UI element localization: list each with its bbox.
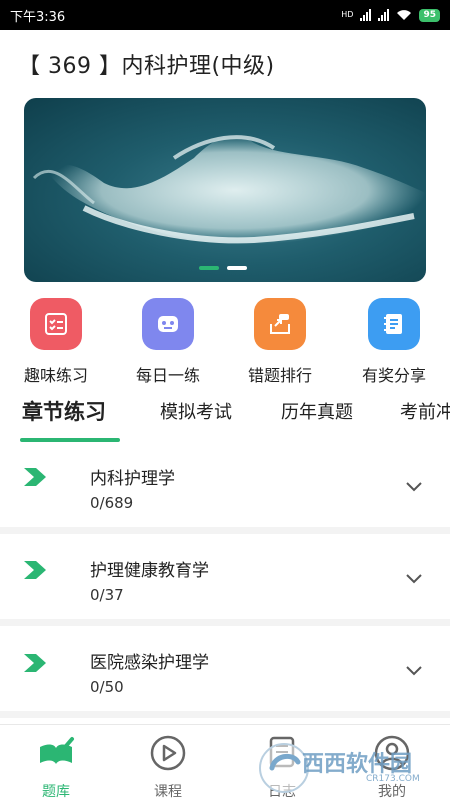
share-box-icon (254, 298, 306, 350)
tab-mock-exam[interactable]: 模拟考试 (160, 398, 232, 424)
quick-action-share[interactable]: 有奖分享 (344, 298, 444, 386)
nav-courses[interactable]: 课程 (128, 733, 208, 800)
chevron-down-icon[interactable] (404, 572, 424, 586)
site-watermark: 西西软件园 CR173.COM (258, 734, 448, 796)
book-pen-icon (40, 737, 74, 764)
signal-icon-2 (378, 9, 390, 21)
quick-action-label: 趣味练习 (23, 366, 88, 385)
quick-actions: 趣味练习 每日一练 错题排行 有奖分享 (0, 298, 450, 388)
banner-carousel[interactable] (24, 98, 426, 282)
quick-action-label: 有奖分享 (361, 366, 426, 385)
carousel-dots (199, 266, 247, 270)
list-item[interactable]: 护理健康教育学 0/37 (0, 534, 450, 626)
chapter-progress: 0/689 (90, 494, 134, 512)
chevron-right-marker-icon (24, 561, 46, 579)
quick-action-label: 错题排行 (247, 366, 312, 385)
chevron-right-marker-icon (24, 654, 46, 672)
chapter-progress: 0/37 (90, 586, 124, 604)
nav-label: 课程 (154, 784, 182, 800)
play-circle-icon (150, 735, 186, 771)
wave-image (32, 135, 426, 245)
chevron-down-icon[interactable] (404, 480, 424, 494)
nav-label: 题库 (42, 784, 70, 800)
chapter-progress: 0/50 (90, 678, 124, 696)
chapter-title: 护理健康教育学 (90, 561, 209, 581)
status-time: 下午3:36 (10, 9, 66, 25)
status-bar: 下午3:36 HD 95 (0, 0, 450, 30)
tab-past-exams[interactable]: 历年真题 (281, 398, 353, 424)
category-tabs: 章节练习 模拟考试 历年真题 考前冲 (0, 392, 450, 444)
quick-action-fun-practice[interactable]: 趣味练习 (6, 298, 106, 386)
watermark-subtext: CR173.COM (366, 774, 420, 784)
notebook-icon (368, 298, 420, 350)
chapter-title: 内科护理学 (90, 469, 175, 489)
tab-chapter-practice[interactable]: 章节练习 (22, 396, 106, 426)
carousel-dot[interactable] (227, 266, 247, 270)
carousel-dot-active[interactable] (199, 266, 219, 270)
signal-icon (360, 9, 372, 21)
network-type: HD (341, 10, 354, 19)
list-item[interactable]: 医院感染护理学 0/50 (0, 626, 450, 718)
list-item[interactable]: 内科护理学 0/689 (0, 442, 450, 534)
quick-action-wrong-ranking[interactable]: 错题排行 (230, 298, 330, 386)
status-indicators: HD 95 (341, 8, 440, 22)
chevron-down-icon[interactable] (404, 664, 424, 678)
chevron-right-marker-icon (24, 468, 46, 486)
quick-action-label: 每日一练 (135, 366, 200, 385)
battery-icon: 95 (419, 8, 440, 22)
robot-face-icon (142, 298, 194, 350)
wifi-icon (397, 10, 412, 20)
checklist-icon (30, 298, 82, 350)
tab-pre-exam[interactable]: 考前冲 (400, 398, 450, 424)
quick-action-daily[interactable]: 每日一练 (118, 298, 218, 386)
nav-question-bank[interactable]: 题库 (16, 733, 96, 800)
page-title: 【 369 】内科护理(中级) (18, 54, 275, 79)
chapter-title: 医院感染护理学 (90, 653, 209, 673)
